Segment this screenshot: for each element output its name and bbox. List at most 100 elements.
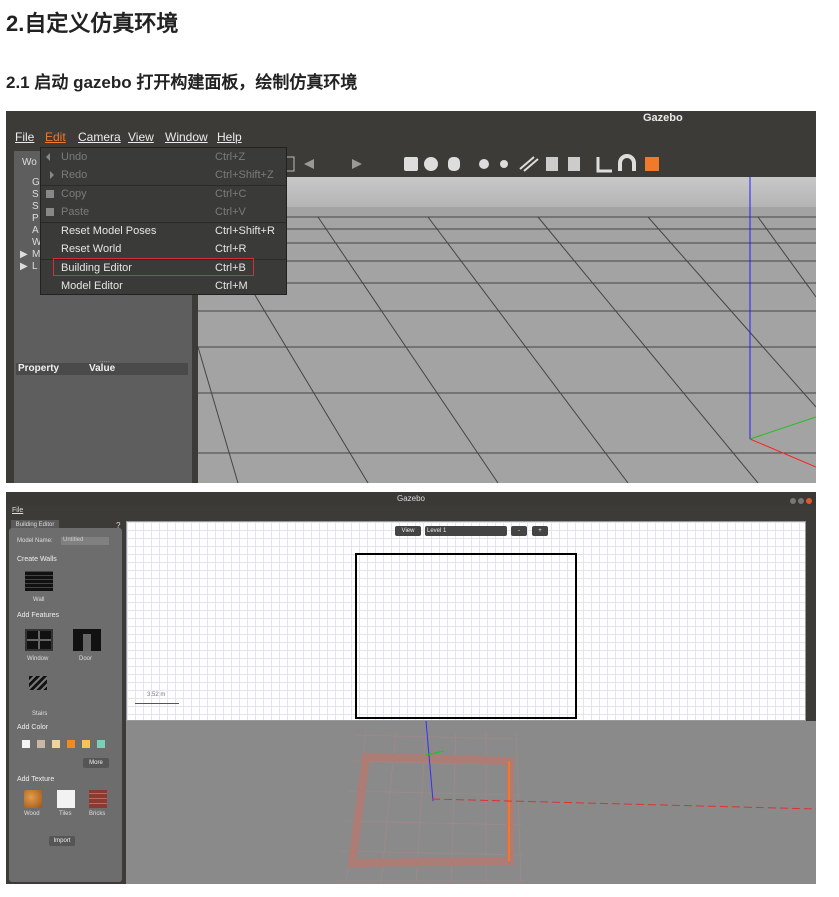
wall-icon[interactable]: [25, 571, 53, 591]
3d-preview-scene: [336, 721, 816, 884]
color-swatch[interactable]: [82, 740, 90, 748]
import-button[interactable]: Import: [49, 836, 75, 846]
edit-menu-dropdown: Undo Ctrl+Z Redo Ctrl+Shift+Z Copy Ctrl+…: [40, 147, 287, 295]
add-color-heading: Add Color: [17, 724, 49, 731]
snap-icon[interactable]: [618, 154, 636, 171]
stairs-icon[interactable]: [29, 676, 47, 690]
menu-item-reset-model-poses[interactable]: Reset Model Poses Ctrl+Shift+R: [41, 223, 286, 241]
cylinder-icon[interactable]: [448, 157, 460, 171]
sphere-icon[interactable]: [424, 157, 438, 171]
menu-item-shortcut: Ctrl+R: [215, 243, 247, 255]
door-icon[interactable]: [73, 629, 101, 651]
box-icon[interactable]: [404, 157, 418, 171]
redo-toolbar-icon[interactable]: [352, 159, 362, 169]
menu-item-label: Paste: [61, 206, 90, 218]
copy-toolbar-icon[interactable]: [546, 157, 558, 171]
menu-item-shortcut: Ctrl+M: [215, 280, 248, 292]
tree-item[interactable]: L: [32, 261, 38, 273]
menu-item-label: Redo: [61, 169, 88, 181]
building-editor-panel: Model Name: Untitled Create Walls Wall A…: [9, 528, 122, 882]
spot-light-icon[interactable]: [500, 160, 508, 168]
subsection-heading: 2.1 启动 gazebo 打开构建面板，绘制仿真环境: [6, 73, 358, 92]
menu-item-label: Reset Model Poses: [61, 225, 157, 237]
model-name-field[interactable]: Untitled: [61, 537, 109, 545]
menu-edit[interactable]: Edit: [45, 130, 66, 144]
window-icon[interactable]: [25, 629, 53, 651]
color-swatch[interactable]: [67, 740, 75, 748]
menu-view[interactable]: View: [128, 130, 154, 144]
menubar: File: [6, 505, 816, 517]
menu-window[interactable]: Window: [165, 130, 208, 144]
menu-item-label: Copy: [61, 188, 87, 200]
directional-light-icon[interactable]: [519, 156, 539, 172]
add-texture-heading: Add Texture: [17, 776, 55, 783]
menu-file[interactable]: File: [12, 507, 23, 514]
menu-item-model-editor[interactable]: Model Editor Ctrl+M: [41, 278, 286, 296]
color-swatch[interactable]: [52, 740, 60, 748]
3d-viewport[interactable]: [198, 177, 816, 483]
remove-level-button[interactable]: -: [511, 526, 527, 536]
menu-item-copy[interactable]: Copy Ctrl+C: [41, 186, 286, 204]
redo-icon: [45, 170, 55, 180]
tree-item[interactable]: A: [32, 225, 39, 237]
window-label: Window: [27, 656, 49, 662]
tree-item[interactable]: S: [32, 201, 39, 213]
menu-item-undo[interactable]: Undo Ctrl+Z: [41, 149, 286, 167]
level-dropdown[interactable]: Level 1: [425, 526, 507, 536]
menu-item-shortcut: Ctrl+Shift+R: [215, 225, 275, 237]
paste-toolbar-icon[interactable]: [568, 157, 580, 171]
menu-item-paste[interactable]: Paste Ctrl+V: [41, 204, 286, 222]
tree-item[interactable]: Wo: [22, 157, 37, 169]
align-icon[interactable]: [596, 157, 612, 173]
undo-toolbar-icon[interactable]: [304, 159, 314, 169]
tree-item[interactable]: S: [32, 189, 39, 201]
close-icon[interactable]: [806, 498, 812, 504]
bricks-label: Bricks: [89, 811, 106, 817]
scale-bar: [135, 703, 179, 704]
property-column: Property: [18, 363, 60, 374]
add-features-heading: Add Features: [17, 612, 60, 619]
2d-floorplan-canvas[interactable]: View Level 1 - + 3.52 m: [126, 521, 806, 721]
more-colors-button[interactable]: More: [83, 758, 109, 768]
tiles-label: Tiles: [59, 811, 72, 817]
property-header: Property Value: [16, 363, 188, 375]
screenshot-icon[interactable]: [645, 157, 659, 171]
value-column: Value: [89, 363, 116, 374]
tree-item[interactable]: G: [32, 177, 40, 189]
ground-grid: [198, 177, 816, 483]
minimize-icon[interactable]: [790, 498, 796, 504]
expand-arrow-icon[interactable]: ▶: [20, 261, 28, 273]
door-label: Door: [79, 656, 93, 662]
scale-label: 3.52 m: [147, 692, 166, 698]
menu-help[interactable]: Help: [217, 130, 242, 144]
color-swatch[interactable]: [97, 740, 105, 748]
highlight-box: [53, 258, 254, 276]
tree-item[interactable]: P: [32, 213, 39, 225]
menubar: File Edit Camera View Window Help: [6, 127, 816, 147]
menu-item-label: Undo: [61, 151, 88, 163]
bricks-texture-icon[interactable]: [89, 790, 107, 808]
menu-item-reset-world[interactable]: Reset World Ctrl+R: [41, 241, 286, 259]
wood-label: Wood: [24, 811, 40, 817]
stairs-label: Stairs: [32, 711, 48, 717]
view-dropdown[interactable]: View: [395, 526, 421, 536]
color-swatch[interactable]: [22, 740, 30, 748]
maximize-icon[interactable]: [798, 498, 804, 504]
menu-item-label: Reset World: [61, 243, 122, 255]
undo-icon: [45, 152, 55, 162]
menu-camera[interactable]: Camera: [78, 130, 121, 144]
window-titlebar: Gazebo: [6, 492, 816, 505]
tiles-texture-icon[interactable]: [57, 790, 75, 808]
wall-rectangle[interactable]: [355, 553, 577, 719]
3d-preview-viewport[interactable]: [126, 721, 816, 884]
add-level-button[interactable]: +: [532, 526, 548, 536]
point-light-icon[interactable]: [479, 159, 489, 169]
expand-arrow-icon[interactable]: ▶: [20, 249, 28, 261]
menu-file[interactable]: File: [15, 130, 34, 144]
menu-item-redo[interactable]: Redo Ctrl+Shift+Z: [41, 167, 286, 185]
menu-item-shortcut: Ctrl+C: [215, 188, 247, 200]
wood-texture-icon[interactable]: [24, 790, 42, 808]
color-swatch[interactable]: [37, 740, 45, 748]
menu-item-shortcut: Ctrl+Z: [215, 151, 246, 163]
menu-item-label: Model Editor: [61, 280, 123, 292]
